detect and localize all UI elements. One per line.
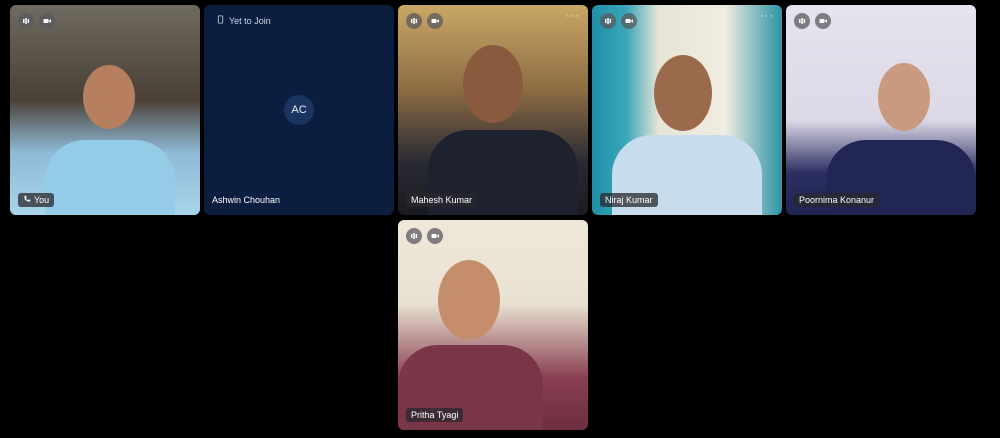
participant-tile-niraj[interactable]: ··· Niraj Kumar xyxy=(592,5,782,215)
video-camera-icon[interactable] xyxy=(39,13,55,29)
participant-tile-ashwin[interactable]: Yet to Join AC Ashwin Chouhan xyxy=(204,5,394,215)
participant-name-label: You xyxy=(18,193,55,207)
join-status: Yet to Join xyxy=(216,15,271,26)
more-options-icon[interactable]: ··· xyxy=(566,10,580,22)
participant-tile-mahesh[interactable]: ··· Mahesh Kumar xyxy=(398,5,588,215)
phone-icon xyxy=(216,15,225,26)
video-camera-icon[interactable] xyxy=(427,13,443,29)
video-camera-icon[interactable] xyxy=(815,13,831,29)
audio-level-icon[interactable] xyxy=(406,228,422,244)
participant-name-label: Ashwin Chouhan xyxy=(212,195,281,205)
participant-name-label: Niraj Kumar xyxy=(600,193,658,207)
participant-tile-pritha[interactable]: Pritha Tyagi xyxy=(398,220,588,430)
participant-name-label: Poornima Konanur xyxy=(794,193,880,207)
video-camera-icon[interactable] xyxy=(621,13,637,29)
participant-tile-you[interactable]: You xyxy=(10,5,200,215)
participant-name-label: Pritha Tyagi xyxy=(406,408,464,422)
audio-level-icon[interactable] xyxy=(794,13,810,29)
avatar: AC xyxy=(284,95,314,125)
more-options-icon[interactable]: ··· xyxy=(760,10,774,22)
audio-level-icon[interactable] xyxy=(600,13,616,29)
audio-level-icon[interactable] xyxy=(18,13,34,29)
phone-icon xyxy=(23,195,31,205)
audio-level-icon[interactable] xyxy=(406,13,422,29)
video-camera-icon[interactable] xyxy=(427,228,443,244)
participant-name-label: Mahesh Kumar xyxy=(406,193,478,207)
participant-tile-poornima[interactable]: Poornima Konanur xyxy=(786,5,976,215)
